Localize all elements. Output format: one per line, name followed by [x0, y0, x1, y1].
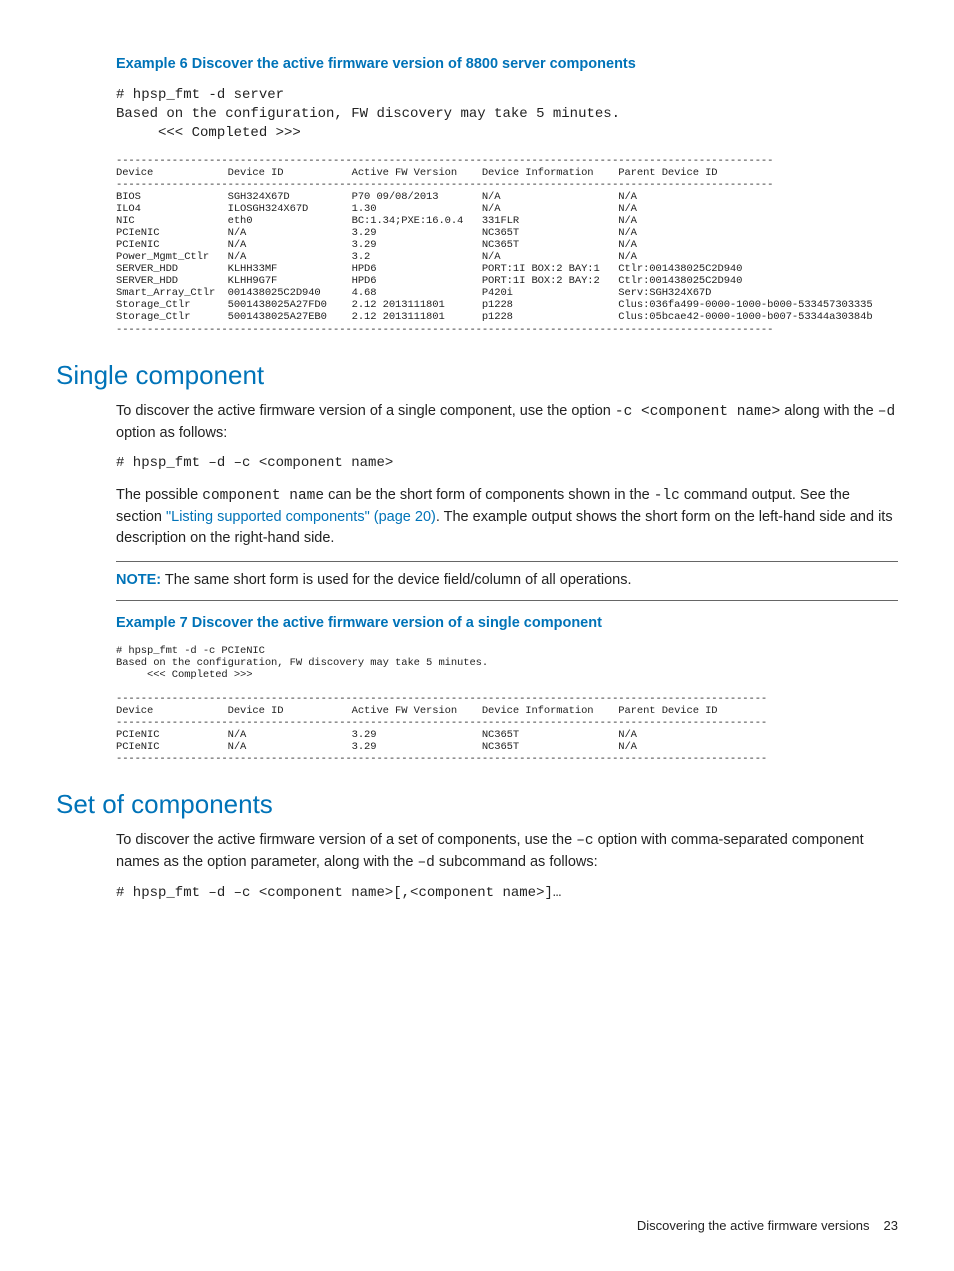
page-footer: Discovering the active firmware versions…: [637, 1218, 898, 1233]
set-of-components-heading: Set of components: [56, 789, 898, 820]
single-para2: The possible component name can be the s…: [116, 485, 898, 549]
text: To discover the active firmware version …: [116, 832, 576, 848]
text: can be the short form of components show…: [324, 487, 654, 503]
set-para: To discover the active firmware version …: [116, 830, 898, 874]
listing-components-link[interactable]: "Listing supported components" (page 20): [166, 509, 436, 525]
footer-text: Discovering the active firmware versions: [637, 1218, 870, 1233]
single-para1: To discover the active firmware version …: [116, 401, 898, 444]
inline-code: –d: [417, 855, 434, 871]
inline-code: –d: [878, 404, 895, 420]
text: along with the: [780, 403, 878, 419]
text: subcommand as follows:: [435, 854, 598, 870]
divider: [116, 600, 898, 601]
text: To discover the active firmware version …: [116, 403, 615, 419]
note: NOTE: The same short form is used for th…: [116, 572, 898, 588]
example6-cmd: # hpsp_fmt -d server Based on the config…: [116, 86, 898, 143]
note-text: The same short form is used for the devi…: [161, 572, 631, 588]
example6-title: Example 6 Discover the active firmware v…: [116, 56, 898, 72]
inline-code: –c: [576, 833, 593, 849]
inline-code: -lc: [654, 488, 680, 504]
page-number: 23: [884, 1218, 898, 1233]
divider: [116, 561, 898, 562]
single-component-heading: Single component: [56, 360, 898, 391]
set-cmd: # hpsp_fmt –d –c <component name>[,<comp…: [116, 884, 898, 903]
text: option as follows:: [116, 425, 227, 441]
text: The possible: [116, 487, 202, 503]
inline-code: -c <component name>: [615, 404, 780, 420]
inline-code: component name: [202, 488, 324, 504]
example7-title: Example 7 Discover the active firmware v…: [116, 615, 898, 631]
single-cmd: # hpsp_fmt –d –c <component name>: [116, 454, 898, 473]
example7-output: # hpsp_fmt -d -c PCIeNIC Based on the co…: [116, 645, 898, 766]
example6-table: ----------------------------------------…: [116, 155, 898, 336]
note-label: NOTE:: [116, 572, 161, 588]
